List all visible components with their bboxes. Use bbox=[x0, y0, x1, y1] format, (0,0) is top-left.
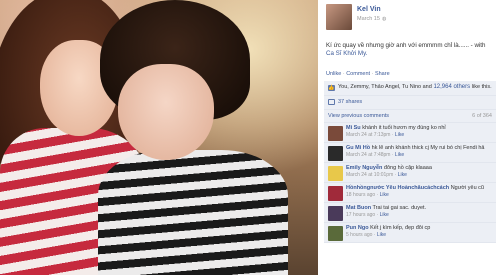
comment-button[interactable]: Comment bbox=[346, 71, 370, 77]
comment-body: Emily Nguyễn đông hồ cặp klaaaa March 24… bbox=[346, 165, 492, 178]
comment-time[interactable]: March 24 at 7:48pm bbox=[346, 152, 390, 158]
share-icon bbox=[328, 99, 335, 105]
caption-text: Kí ức quay về nhưng giờ anh với emmmm ch… bbox=[326, 42, 473, 49]
comment-time[interactable]: 17 hours ago bbox=[346, 212, 375, 218]
comment-body: Mat Buon Trai tai gai sac. duyet. 17 hou… bbox=[346, 205, 492, 218]
tagged-user[interactable]: Ca Sĩ Khởi My. bbox=[326, 50, 367, 57]
commenter-name[interactable]: Gu Mi Hồ bbox=[346, 145, 370, 151]
comment-meta: March 24 at 10:01pm · Like bbox=[346, 171, 407, 178]
unlike-button[interactable]: Unlike bbox=[326, 71, 341, 77]
shares-row[interactable]: 37 shares bbox=[324, 96, 496, 110]
commenter-name[interactable]: Pun Ngo bbox=[346, 225, 369, 231]
comment-body: Hồnhồngnước Yêu Hoànchâucáchcách Người y… bbox=[346, 185, 492, 198]
avatar[interactable] bbox=[328, 126, 343, 141]
comment: Emily Nguyễn đông hồ cặp klaaaa March 24… bbox=[324, 163, 496, 183]
comment-text: đông hồ cặp klaaaa bbox=[383, 165, 432, 171]
likes-row: 👍 You, Zemmy, Thảo Angel, Tu Nino and 12… bbox=[324, 81, 496, 96]
photo-face-right bbox=[118, 64, 214, 160]
comment-time[interactable]: 18 hours ago bbox=[346, 192, 375, 198]
avatar[interactable] bbox=[328, 166, 343, 181]
comment-like-button[interactable]: Like bbox=[395, 152, 404, 158]
comment-like-button[interactable]: Like bbox=[377, 232, 386, 238]
comment-text: hk lẽ anh khánh thick cj My rui bó chị F… bbox=[371, 145, 485, 151]
likes-suffix: like this. bbox=[471, 84, 492, 90]
post-actions: Unlike · Comment · Share bbox=[326, 71, 390, 78]
comment-body: Pun Ngo Kết j kìm kếp, đẹp đôi cp 5 hour… bbox=[346, 225, 492, 238]
avatar[interactable] bbox=[328, 146, 343, 161]
commenter-name[interactable]: Emily Nguyễn bbox=[346, 165, 382, 171]
post-sidebar: Kel Vin March 15 ◍ Kí ức quay về nhưng gi… bbox=[318, 0, 500, 275]
comment: Hồnhồngnước Yêu Hoànchâucáchcách Người y… bbox=[324, 183, 496, 203]
view-previous-comments-link[interactable]: View previous comments bbox=[328, 113, 389, 120]
comment-count: 6 of 364 bbox=[472, 113, 492, 119]
comment-meta: March 24 at 7:13pm · Like bbox=[346, 131, 405, 138]
avatar[interactable] bbox=[328, 186, 343, 201]
feedback-box: 👍 You, Zemmy, Thảo Angel, Tu Nino and 12… bbox=[324, 81, 496, 243]
comment-body: Gu Mi Hồ hk lẽ anh khánh thick cj My rui… bbox=[346, 145, 492, 158]
comment: Mi Su khánh it tuổi hươn my đúng ko nhỉ … bbox=[324, 123, 496, 143]
post-date-text[interactable]: March 15 bbox=[357, 16, 380, 22]
author-name[interactable]: Kel Vin bbox=[357, 6, 381, 15]
comment-text: Kết j kìm kếp, đẹp đôi cp bbox=[370, 225, 431, 231]
likes-others-link[interactable]: 12,964 others bbox=[433, 84, 470, 90]
comment-meta: March 24 at 7:48pm · Like bbox=[346, 151, 405, 158]
comment-text: khánh it tuổi hươn my đúng ko nhỉ bbox=[362, 125, 446, 131]
comment-like-button[interactable]: Like bbox=[395, 132, 404, 138]
share-button[interactable]: Share bbox=[375, 71, 390, 77]
comment-like-button[interactable]: Like bbox=[380, 192, 389, 198]
avatar[interactable] bbox=[326, 4, 352, 30]
likes-text: You, Zemmy, Thảo Angel, Tu Nino and bbox=[338, 84, 432, 90]
thumbs-up-icon: 👍 bbox=[328, 85, 335, 91]
post-caption: Kí ức quay về nhưng giờ anh với emmmm ch… bbox=[326, 42, 494, 58]
comment-time[interactable]: 5 hours ago bbox=[346, 232, 372, 238]
with-prefix: with bbox=[474, 42, 486, 49]
comment-meta: 5 hours ago · Like bbox=[346, 231, 387, 238]
comment-time[interactable]: March 24 at 10:01pm bbox=[346, 172, 393, 178]
commenter-name[interactable]: Mi Su bbox=[346, 125, 361, 131]
comment: Pun Ngo Kết j kìm kếp, đẹp đôi cp 5 hour… bbox=[324, 223, 496, 243]
photo-shirt-right bbox=[98, 150, 288, 275]
commenter-name[interactable]: Mat Buon bbox=[346, 205, 371, 211]
comment-like-button[interactable]: Like bbox=[380, 212, 389, 218]
shares-count[interactable]: 37 shares bbox=[338, 99, 362, 105]
post-photo[interactable] bbox=[0, 0, 318, 275]
comment-text: Trai tai gai sac. duyet. bbox=[372, 205, 427, 211]
comment: Mat Buon Trai tai gai sac. duyet. 17 hou… bbox=[324, 203, 496, 223]
globe-icon: ◍ bbox=[381, 16, 387, 22]
comment: Gu Mi Hồ hk lẽ anh khánh thick cj My rui… bbox=[324, 143, 496, 163]
comment-meta: 17 hours ago · Like bbox=[346, 211, 389, 218]
comment-text: Người yêu cũ bbox=[450, 185, 484, 191]
post-date: March 15 ◍ bbox=[357, 16, 386, 23]
comment-body: Mi Su khánh it tuổi hươn my đúng ko nhỉ … bbox=[346, 125, 492, 138]
comment-like-button[interactable]: Like bbox=[398, 172, 407, 178]
comment-meta: 18 hours ago · Like bbox=[346, 191, 389, 198]
previous-comments-row: View previous comments 6 of 364 bbox=[324, 110, 496, 123]
commenter-name[interactable]: Hồnhồngnước Yêu Hoànchâucáchcách bbox=[346, 185, 449, 191]
avatar[interactable] bbox=[328, 206, 343, 221]
comment-time[interactable]: March 24 at 7:13pm bbox=[346, 132, 390, 138]
avatar[interactable] bbox=[328, 226, 343, 241]
